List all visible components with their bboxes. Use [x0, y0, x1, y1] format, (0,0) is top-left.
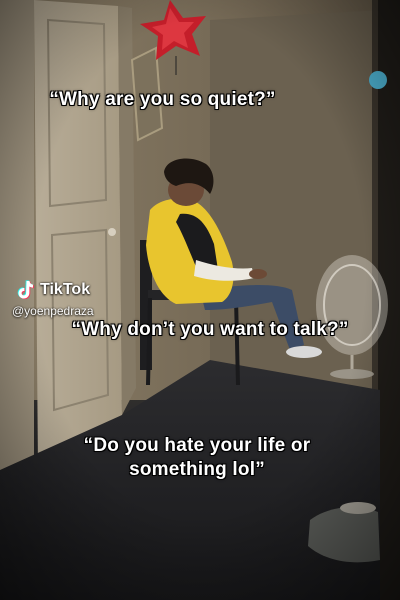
tiktok-watermark: TikTok @yoenpedraza: [12, 278, 94, 318]
tiktok-logo-icon: [17, 280, 34, 300]
video-frame: “Why are you so quiet?” TikTok @yoenpedr…: [0, 0, 400, 600]
caption-hate-life: “Do you hate your life or something lol”: [83, 435, 311, 480]
caption-why-not-talk: “Why don’t you want to talk?”: [71, 319, 349, 340]
tiktok-brand-label: TikTok: [40, 281, 91, 298]
caption-why-quiet: “Why are you so quiet?”: [49, 89, 276, 110]
creator-handle: @yoenpedraza: [12, 304, 94, 318]
tiktok-brand-row: TikTok: [12, 278, 94, 302]
